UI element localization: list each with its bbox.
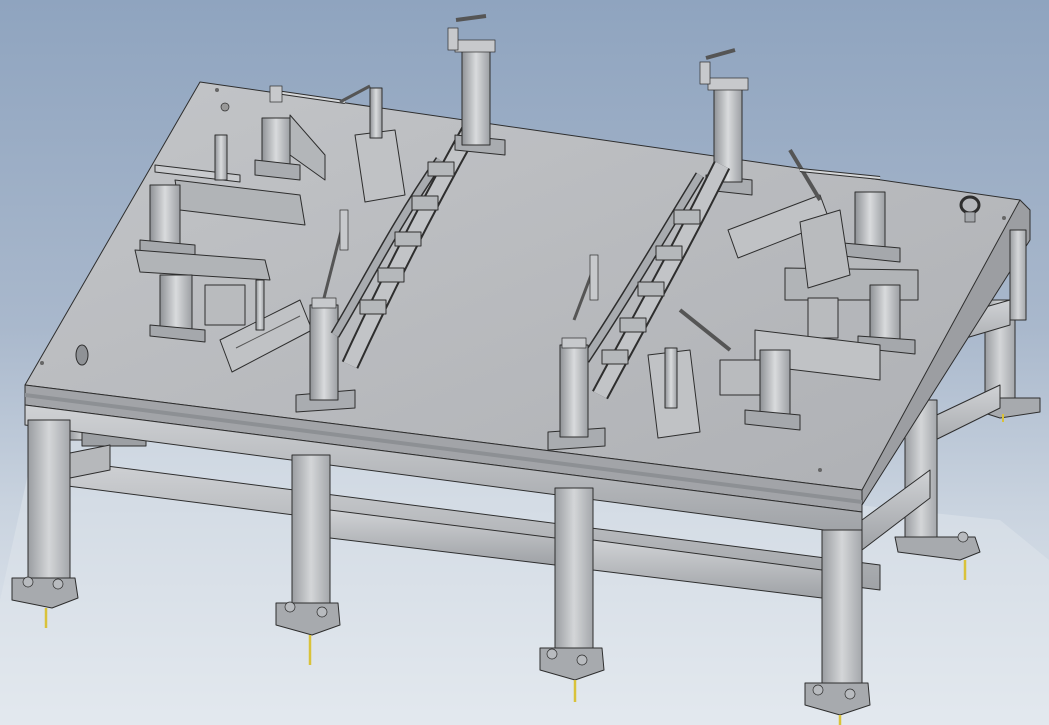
fixture-table-model (0, 14, 1049, 725)
cad-viewport (0, 0, 1049, 725)
right-back-corner (1009, 229, 1027, 321)
